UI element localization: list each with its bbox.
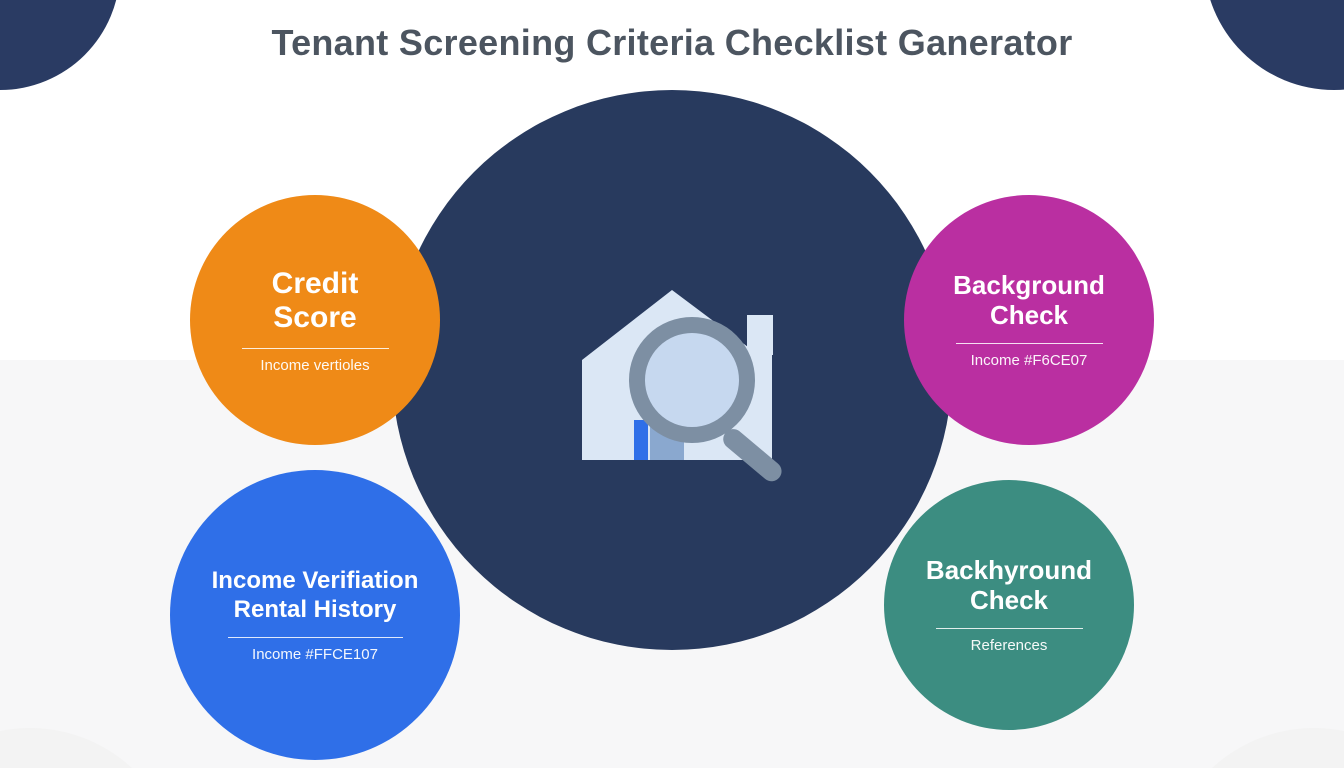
divider bbox=[956, 343, 1103, 344]
divider bbox=[936, 628, 1083, 629]
criterion-label: Income VerifiationRental History bbox=[212, 567, 419, 625]
criterion-credit-score: CreditScore Income vertioles bbox=[190, 195, 440, 445]
criterion-background-check-2: BackhyroundCheck References bbox=[884, 480, 1134, 730]
divider bbox=[228, 637, 403, 638]
house-magnifier-icon bbox=[522, 220, 822, 520]
criterion-subtext: Income #F6CE07 bbox=[971, 352, 1088, 369]
criterion-subtext: References bbox=[971, 637, 1048, 654]
criterion-background-check: BackgroundCheck Income #F6CE07 bbox=[904, 195, 1154, 445]
criterion-subtext: Income vertioles bbox=[260, 357, 369, 374]
hub-circle bbox=[392, 90, 952, 650]
divider bbox=[242, 348, 389, 349]
criterion-subtext: Income #FFCE107 bbox=[252, 646, 378, 663]
criterion-label: BackhyroundCheck bbox=[926, 556, 1092, 616]
criterion-label: BackgroundCheck bbox=[953, 271, 1105, 331]
criterion-label: CreditScore bbox=[272, 267, 359, 336]
diagram-stage: Tenant Screening Criteria Checklist Gane… bbox=[0, 0, 1344, 768]
page-title: Tenant Screening Criteria Checklist Gane… bbox=[0, 22, 1344, 64]
criterion-income-rental-history: Income VerifiationRental History Income … bbox=[170, 470, 460, 760]
